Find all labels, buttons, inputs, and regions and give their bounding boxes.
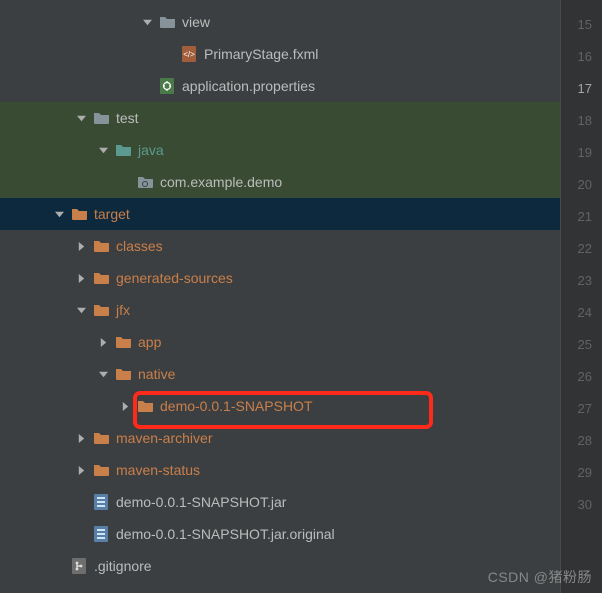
tree-node[interactable]: </> PrimaryStage.fxml: [0, 38, 560, 70]
tree-node-label: app: [138, 334, 161, 350]
tree-node[interactable]: view: [0, 6, 560, 38]
tree-node-label: demo-0.0.1-SNAPSHOT.jar: [116, 494, 286, 510]
gutter-line-number: 15: [561, 8, 602, 40]
chevron-right-icon[interactable]: [74, 466, 88, 475]
chevron-down-icon[interactable]: [74, 114, 88, 123]
folder-orange-icon: [136, 400, 154, 412]
gutter-line-number: 19: [561, 136, 602, 168]
gitignore-icon: [70, 558, 88, 574]
tree-node[interactable]: maven-status: [0, 454, 560, 486]
tree-node[interactable]: native: [0, 358, 560, 390]
tree-node-label: demo-0.0.1-SNAPSHOT: [160, 398, 313, 414]
tree-node-label: java: [138, 142, 164, 158]
project-tree[interactable]: view </> PrimaryStage.fxml application.prop…: [0, 0, 560, 593]
gutter-line-number: 25: [561, 328, 602, 360]
gutter-line-number: 30: [561, 488, 602, 520]
folder-green-icon: [114, 144, 132, 156]
folder-orange-icon: [92, 304, 110, 316]
gutter-line-number: 29: [561, 456, 602, 488]
tree-node-label: demo-0.0.1-SNAPSHOT.jar.original: [116, 526, 335, 542]
tree-node-label: PrimaryStage.fxml: [204, 46, 318, 62]
fxml-icon: </>: [180, 46, 198, 62]
tree-node[interactable]: generated-sources: [0, 262, 560, 294]
gutter-line-number: 17: [561, 72, 602, 104]
tree-node[interactable]: test: [0, 102, 560, 134]
tree-node[interactable]: demo-0.0.1-SNAPSHOT: [0, 390, 560, 422]
tree-node-label: target: [94, 206, 130, 222]
chevron-right-icon[interactable]: [74, 242, 88, 251]
tree-node[interactable]: classes: [0, 230, 560, 262]
tree-node-label: maven-archiver: [116, 430, 212, 446]
gutter-line-number: 27: [561, 392, 602, 424]
folder-orange-icon: [92, 240, 110, 252]
tree-node-label: view: [182, 14, 210, 30]
gutter-line-number: 24: [561, 296, 602, 328]
gutter-line-number: 21: [561, 200, 602, 232]
props-icon: [158, 78, 176, 94]
tree-node[interactable]: com.example.demo: [0, 166, 560, 198]
gutter-line-number: 23: [561, 264, 602, 296]
chevron-down-icon[interactable]: [74, 306, 88, 315]
tree-node-label: generated-sources: [116, 270, 233, 286]
tree-node[interactable]: target: [0, 198, 560, 230]
tree-node-label: classes: [116, 238, 163, 254]
gutter-line-number: 28: [561, 424, 602, 456]
package-icon: [136, 176, 154, 188]
tree-node-label: application.properties: [182, 78, 315, 94]
folder-orange-icon: [114, 368, 132, 380]
tree-node-label: jfx: [116, 302, 130, 318]
chevron-down-icon[interactable]: [96, 146, 110, 155]
gutter-line-number: 16: [561, 40, 602, 72]
tree-node[interactable]: app: [0, 326, 560, 358]
jar-icon: [92, 494, 110, 510]
chevron-down-icon[interactable]: [96, 370, 110, 379]
gutter-line-number: 20: [561, 168, 602, 200]
gutter-line-number: 18: [561, 104, 602, 136]
editor-gutter: 15161718192021222324252627282930: [560, 0, 602, 593]
folder-orange-icon: [70, 208, 88, 220]
chevron-right-icon[interactable]: [74, 274, 88, 283]
chevron-right-icon[interactable]: [96, 338, 110, 347]
jar-icon: [92, 526, 110, 542]
watermark: CSDN @猪粉肠: [488, 567, 592, 587]
chevron-down-icon[interactable]: [52, 210, 66, 219]
folder-gray-icon: [92, 112, 110, 124]
chevron-right-icon[interactable]: [74, 434, 88, 443]
tree-node[interactable]: application.properties: [0, 70, 560, 102]
folder-orange-icon: [92, 464, 110, 476]
folder-orange-icon: [92, 432, 110, 444]
chevron-down-icon[interactable]: [140, 18, 154, 27]
tree-node[interactable]: demo-0.0.1-SNAPSHOT.jar.original: [0, 518, 560, 550]
tree-node-label: maven-status: [116, 462, 200, 478]
tree-node-label: com.example.demo: [160, 174, 282, 190]
tree-node[interactable]: java: [0, 134, 560, 166]
tree-node[interactable]: .gitignore: [0, 550, 560, 582]
tree-node[interactable]: maven-archiver: [0, 422, 560, 454]
chevron-right-icon[interactable]: [118, 402, 132, 411]
tree-node-label: native: [138, 366, 175, 382]
tree-node[interactable]: jfx: [0, 294, 560, 326]
folder-gray-icon: [158, 16, 176, 28]
gutter-line-number: 26: [561, 360, 602, 392]
tree-node-label: test: [116, 110, 139, 126]
folder-orange-icon: [92, 272, 110, 284]
tree-node[interactable]: demo-0.0.1-SNAPSHOT.jar: [0, 486, 560, 518]
svg-text:</>: </>: [183, 50, 195, 59]
folder-orange-icon: [114, 336, 132, 348]
tree-node-label: .gitignore: [94, 558, 152, 574]
gutter-line-number: 22: [561, 232, 602, 264]
